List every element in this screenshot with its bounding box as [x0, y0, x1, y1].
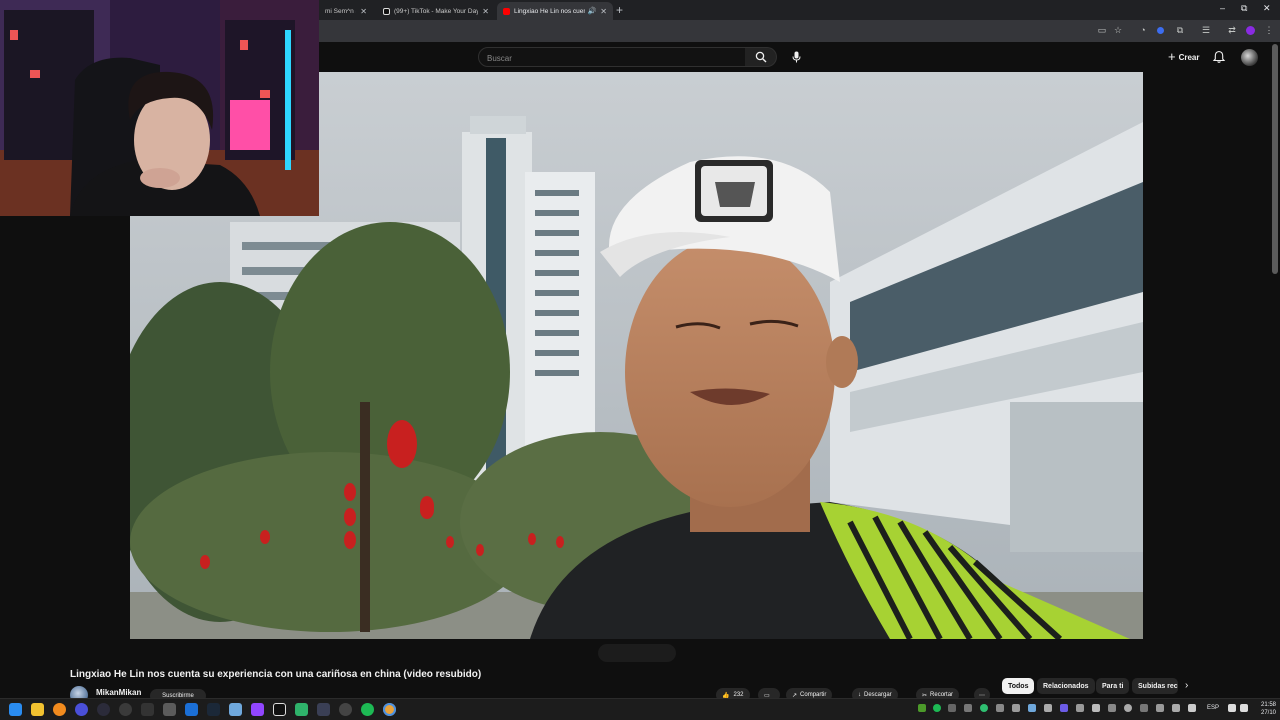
taskbar: ESP 21:58 27/10 — [0, 698, 1280, 720]
browser-tab-1[interactable]: mi Sem^n Sto ✕ — [319, 2, 373, 20]
volume-icon[interactable] — [1240, 704, 1248, 712]
extension-icon[interactable] — [1157, 27, 1164, 34]
account-avatar[interactable] — [1241, 49, 1258, 66]
twitch-icon[interactable] — [251, 703, 264, 716]
steam-icon[interactable] — [207, 703, 220, 716]
tiktok-icon — [383, 7, 390, 15]
windows-start-icon[interactable] — [9, 703, 22, 716]
chip-label: Todos — [1008, 682, 1029, 690]
tray-icon[interactable] — [1124, 704, 1132, 712]
tray-icon[interactable] — [1108, 704, 1116, 712]
tiktok-icon[interactable] — [273, 703, 286, 716]
tray-icon[interactable] — [1028, 704, 1036, 712]
plus-icon: + — [1168, 49, 1176, 64]
chip-para-ti[interactable]: Para ti — [1096, 678, 1130, 694]
channel-name[interactable]: MikanMikan — [96, 688, 141, 697]
close-window-button[interactable]: ✕ — [1263, 3, 1271, 14]
tray-icon[interactable] — [1044, 704, 1052, 712]
player-controls-hint[interactable] — [598, 644, 676, 662]
tray-icon[interactable] — [1140, 704, 1148, 712]
app-icon[interactable] — [317, 703, 330, 716]
tray-icon[interactable] — [1092, 704, 1100, 712]
tray-icon[interactable] — [918, 704, 926, 712]
clock-time: 21:58 — [1260, 702, 1276, 708]
chip-todos[interactable]: Todos — [1002, 678, 1035, 694]
app-icon[interactable] — [295, 703, 308, 716]
app-icon[interactable] — [119, 703, 132, 716]
tray-icon[interactable] — [1012, 704, 1020, 712]
video-title: Lingxiao He Lin nos cuenta su experienci… — [70, 669, 482, 680]
chip-label: Relacionados — [1043, 682, 1089, 690]
tray-icon[interactable] — [1172, 704, 1180, 712]
app-icon[interactable] — [185, 703, 198, 716]
search-icon[interactable] — [53, 703, 66, 716]
system-clock[interactable]: 21:58 27/10 — [1250, 701, 1276, 717]
tray-icon[interactable] — [1076, 704, 1084, 712]
menu-kebab-icon[interactable]: ⋮ — [1264, 25, 1274, 35]
search-input[interactable] — [479, 49, 745, 68]
tab-title: (99+) TikTok - Make Your Day — [394, 7, 479, 15]
app-icon[interactable] — [75, 703, 88, 716]
create-label: Crear — [1178, 52, 1200, 62]
obs-icon[interactable] — [339, 703, 352, 716]
tray-icon[interactable] — [933, 704, 941, 712]
new-tab-button[interactable]: + — [616, 3, 623, 17]
page-scrollbar[interactable] — [1272, 44, 1278, 274]
webcam-overlay — [0, 0, 319, 216]
file-explorer-icon[interactable] — [31, 703, 44, 716]
speaker-icon[interactable]: 🔊 — [588, 7, 597, 15]
app-icon[interactable] — [141, 703, 154, 716]
chip-subidas-recientes[interactable]: Subidas rec — [1132, 678, 1178, 694]
spotify-icon[interactable] — [361, 703, 374, 716]
tray-icon[interactable] — [1060, 704, 1068, 712]
tab-title: Lingxiao He Lin nos cuenta — [514, 7, 585, 15]
tray-icon[interactable] — [948, 704, 956, 712]
chip-label: Subidas rec — [1138, 682, 1178, 690]
input-language[interactable]: ESP — [1207, 705, 1219, 711]
browser-tab-2[interactable]: (99+) TikTok - Make Your Day ✕ — [377, 2, 495, 20]
install-app-icon[interactable]: ▭ — [1097, 25, 1107, 35]
tray-icon[interactable] — [996, 704, 1004, 712]
create-button[interactable]: + Crear — [1162, 48, 1206, 66]
tray-icon[interactable] — [1156, 704, 1164, 712]
tray-icon[interactable] — [1188, 704, 1196, 712]
tray-icon[interactable] — [964, 704, 972, 712]
tab-close-icon[interactable]: ✕ — [482, 7, 489, 16]
network-icon[interactable] — [1228, 704, 1236, 712]
extension-icon[interactable]: ◔ — [1138, 25, 1148, 35]
search-icon — [755, 51, 766, 63]
chip-label: Para ti — [1102, 682, 1124, 690]
translate-icon[interactable]: ⇄ — [1227, 25, 1237, 35]
chip-relacionados[interactable]: Relacionados — [1037, 678, 1095, 694]
bookmark-star-icon[interactable]: ☆ — [1113, 25, 1123, 35]
reading-list-icon[interactable]: ☰ — [1201, 25, 1211, 35]
voice-search-button[interactable] — [786, 47, 806, 67]
screen: mi Sem^n Sto ✕ (99+) TikTok - Make Your … — [0, 0, 1280, 720]
microphone-icon — [792, 51, 800, 63]
tab-close-icon[interactable]: ✕ — [360, 7, 367, 16]
webcam-image — [0, 0, 319, 216]
minimize-button[interactable]: – — [1220, 3, 1225, 13]
tab-close-icon[interactable]: ✕ — [600, 7, 607, 16]
extensions-puzzle-icon[interactable]: ⧉ — [1175, 25, 1185, 35]
notifications-bell-icon[interactable] — [1212, 50, 1226, 64]
chevron-right-icon[interactable]: › — [1185, 680, 1188, 691]
clock-date: 27/10 — [1260, 710, 1276, 716]
app-icon[interactable] — [229, 703, 242, 716]
tab-title: mi Sem^n Sto — [325, 7, 356, 15]
chrome-icon[interactable] — [383, 703, 396, 716]
profile-avatar-icon[interactable] — [1246, 26, 1255, 35]
maximize-button[interactable]: ⧉ — [1241, 3, 1247, 14]
search-button[interactable] — [745, 47, 777, 67]
search-box — [478, 47, 746, 68]
tray-icon[interactable] — [980, 704, 988, 712]
app-icon[interactable] — [163, 703, 176, 716]
youtube-icon — [503, 7, 510, 15]
browser-tab-3[interactable]: Lingxiao He Lin nos cuenta 🔊 ✕ — [497, 2, 613, 20]
app-icon[interactable] — [97, 703, 110, 716]
